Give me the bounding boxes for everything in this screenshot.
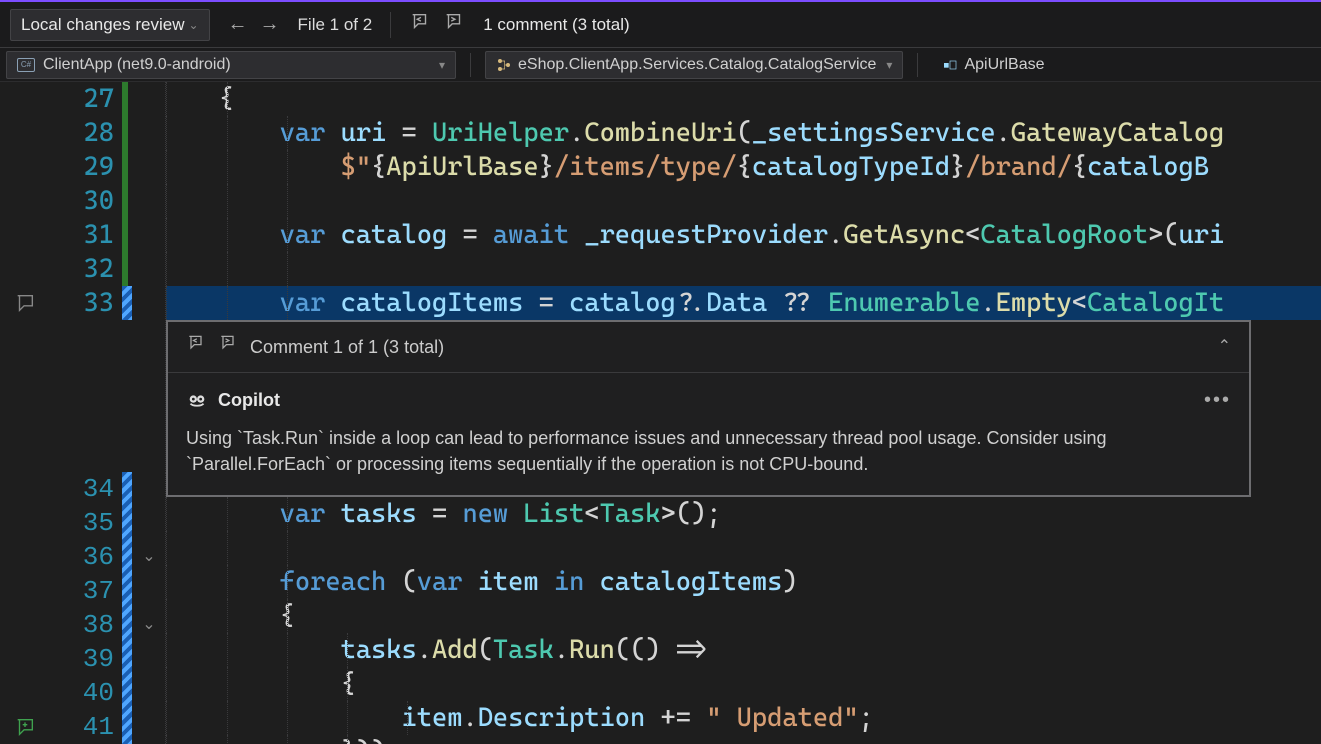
add-comment-glyph-icon[interactable] (0, 710, 50, 744)
code-line[interactable]: var tasks = new List<Task>(); (166, 497, 1321, 531)
member-text: ApiUrlBase (964, 56, 1044, 74)
dropdown-caret-icon: ▾ (439, 58, 445, 72)
lower-gutters: 34 35 36 37 38 39 40 41 ⌄ ⌄ (0, 472, 166, 744)
project-selector[interactable]: C# ClientApp (net9.0-android) ▾ (6, 51, 456, 79)
line-number: 29 (50, 150, 114, 184)
project-name: ClientApp (net9.0-android) (43, 56, 231, 74)
comment-glyph-icon[interactable] (0, 286, 50, 320)
collapse-comment-icon[interactable]: ⌃ (1218, 330, 1231, 364)
code-line[interactable]: tasks.Add(Task.Run(() => (166, 633, 1321, 667)
line-number: 35 (50, 506, 114, 540)
line-number: 27 (50, 82, 114, 116)
code-line[interactable]: var uri = UriHelper.CombineUri(_settings… (166, 116, 1321, 150)
namespace-selector[interactable]: eShop.ClientApp.Services.Catalog.Catalog… (485, 51, 903, 79)
csharp-project-icon: C# (17, 58, 35, 72)
change-marker (122, 82, 128, 286)
review-title-text: Local changes review (21, 15, 184, 35)
code-line[interactable] (166, 252, 1321, 286)
review-toolbar: Local changes review ⌄ ← → File 1 of 2 1… (0, 2, 1321, 48)
line-number: 33 (50, 286, 114, 320)
line-number: 28 (50, 116, 114, 150)
line-number: 36 (50, 540, 114, 574)
code-line[interactable] (166, 531, 1321, 565)
code-line[interactable]: var catalog = await _requestProvider.Get… (166, 218, 1321, 252)
copilot-icon (186, 389, 208, 411)
line-number: 40 (50, 676, 114, 710)
prev-file-button[interactable]: ← (228, 13, 248, 36)
code-line-highlighted[interactable]: var catalogItems = catalog?.Data ?? Enum… (166, 286, 1321, 320)
comment-counter: Comment 1 of 1 (3 total) (250, 330, 444, 364)
comment-author: Copilot (218, 383, 280, 417)
next-file-button[interactable]: → (260, 13, 280, 36)
line-number: 38 (50, 608, 114, 642)
next-comment-icon[interactable] (218, 330, 238, 364)
inline-comment-panel: Comment 1 of 1 (3 total) ⌃ Copilot ••• U… (166, 320, 1251, 497)
code-editor[interactable]: 27 28 29 30 31 32 33 { var uri = UriHelp… (0, 82, 1321, 744)
line-number: 34 (50, 472, 114, 506)
prev-comment-icon[interactable] (186, 330, 206, 364)
namespace-text: eShop.ClientApp.Services.Catalog.Catalog… (518, 56, 876, 74)
dropdown-caret-icon: ▾ (886, 58, 892, 72)
code-line[interactable]: })); (166, 735, 1321, 744)
field-icon (942, 57, 958, 73)
comment-count-label[interactable]: 1 comment (3 total) (483, 15, 629, 35)
comment-body: Copilot ••• Using `Task.Run` inside a lo… (168, 373, 1249, 495)
change-marker-selected (122, 286, 132, 320)
comment-panel-header: Comment 1 of 1 (3 total) ⌃ (168, 322, 1249, 373)
change-marker-selected (122, 472, 132, 744)
review-title[interactable]: Local changes review ⌄ (10, 9, 210, 41)
separator (470, 53, 471, 77)
code-content[interactable]: { var uri = UriHelper.CombineUri(_settin… (166, 82, 1321, 744)
class-icon (496, 57, 512, 73)
separator (917, 53, 918, 77)
code-line[interactable] (166, 184, 1321, 218)
file-counter: File 1 of 2 (298, 15, 373, 35)
nav-arrows: ← → (228, 13, 280, 36)
separator (390, 12, 391, 38)
line-number: 41 (50, 710, 114, 744)
fold-chevron-icon[interactable]: ⌄ (138, 540, 160, 574)
member-selector[interactable]: ApiUrlBase (932, 51, 1054, 79)
code-line[interactable]: $"{ApiUrlBase}/items/type/{catalogTypeId… (166, 150, 1321, 184)
code-line[interactable]: item.Description += " Updated"; (166, 701, 1321, 735)
comment-text: Using `Task.Run` inside a loop can lead … (186, 425, 1231, 477)
line-number: 32 (50, 252, 114, 286)
prev-comment-icon[interactable] (409, 11, 431, 38)
code-line[interactable]: { (166, 82, 1321, 116)
line-number: 39 (50, 642, 114, 676)
code-line[interactable]: { (166, 599, 1321, 633)
comment-nav-icons (409, 11, 465, 38)
fold-chevron-icon[interactable]: ⌄ (138, 608, 160, 642)
line-number: 30 (50, 184, 114, 218)
next-comment-icon[interactable] (443, 11, 465, 38)
code-line[interactable]: foreach (var item in catalogItems) (166, 565, 1321, 599)
code-line[interactable]: { (166, 667, 1321, 701)
line-number: 31 (50, 218, 114, 252)
comment-actions-menu[interactable]: ••• (1204, 383, 1231, 417)
line-number: 37 (50, 574, 114, 608)
breadcrumb: C# ClientApp (net9.0-android) ▾ eShop.Cl… (0, 48, 1321, 82)
dropdown-caret-icon: ⌄ (188, 18, 198, 32)
